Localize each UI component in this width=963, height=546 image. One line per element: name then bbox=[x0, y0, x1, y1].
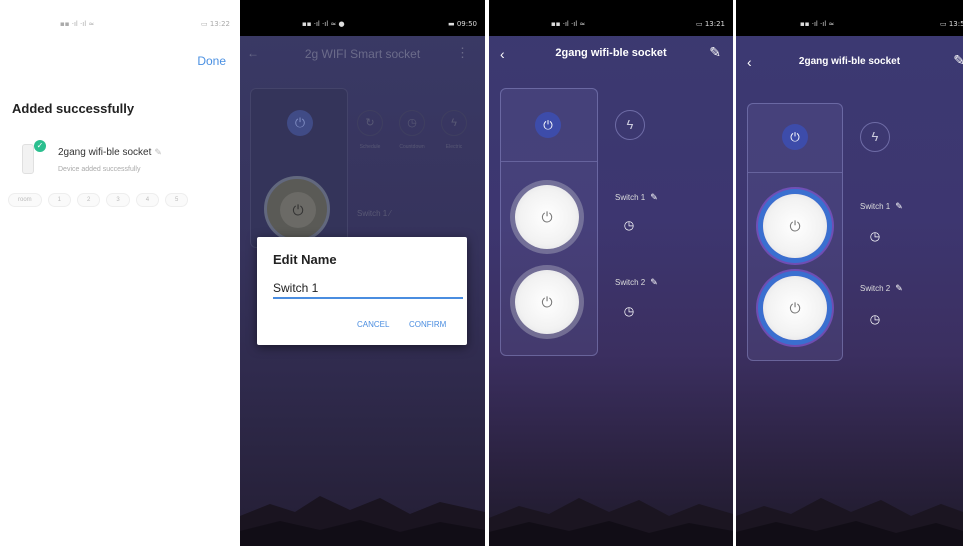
switch-1-label-text: Switch 1 bbox=[615, 193, 646, 202]
status-bar: ▪▪ ·ıl ·ıl ≈ ▭ 13:52 bbox=[736, 0, 963, 36]
panel-edit-name: ▪▪ ·ıl ·ıl ≈ ● ▬ 09:50 ← 2g WIFI Smart s… bbox=[240, 0, 485, 546]
room-chips: room 1 2 3 4 5 bbox=[8, 193, 230, 207]
bolt-icon: ϟ bbox=[441, 110, 467, 136]
device-status: Device added successfully bbox=[58, 166, 141, 173]
master-power-button[interactable]: ⏻ bbox=[535, 112, 561, 138]
room-chip[interactable]: 3 bbox=[106, 193, 130, 207]
power-icon: ⏻ bbox=[789, 218, 801, 234]
switch-2-label: Switch 2 ✎ bbox=[860, 283, 903, 294]
name-input[interactable] bbox=[273, 279, 463, 299]
signal-icon: ▪▪ ·ıl ·ıl ≈ bbox=[60, 20, 95, 28]
power-icon[interactable]: ⏻ bbox=[287, 110, 313, 136]
switch-1-label: Switch 1 ✎ bbox=[860, 201, 903, 212]
status-time: ▭ 13:22 bbox=[200, 20, 230, 28]
signal-icon: ▪▪ ·ıl ·ıl ≈ ● bbox=[302, 20, 345, 28]
power-icon: ⏻ bbox=[543, 118, 553, 132]
switch-2-label: Switch 2 ✎ bbox=[615, 277, 658, 288]
device-name: 2gang wifi-ble socket ✎ bbox=[58, 147, 162, 158]
function-icons: ↻ Schedule ◷ Countdown ϟ Electric bbox=[356, 110, 468, 150]
power-icon: ⏻ bbox=[789, 300, 801, 316]
power-icon: ⏻ bbox=[790, 130, 800, 144]
electric-label: Electric bbox=[445, 144, 463, 150]
mountain-background bbox=[489, 498, 733, 546]
panel-switches-on: ▪▪ ·ıl ·ıl ≈ ▭ 13:52 ‹ 2gang wifi-ble so… bbox=[736, 0, 963, 546]
screenshot-collage: ▪▪ ·ıl ·ıl ≈ ▭ 13:22 Done Added successf… bbox=[0, 0, 963, 546]
switch-1-label-text: Switch 1 bbox=[860, 202, 891, 211]
signal-icon: ▪▪ ·ıl ·ıl ≈ bbox=[800, 20, 835, 28]
pencil-icon[interactable]: ✎ bbox=[709, 44, 721, 61]
status-time: ▭ 13:21 bbox=[695, 20, 725, 28]
switch-2-label-text: Switch 2 bbox=[860, 284, 891, 293]
mountain-background bbox=[736, 498, 963, 546]
electric-button[interactable]: ϟ Electric bbox=[440, 110, 468, 150]
done-button[interactable]: Done bbox=[197, 54, 226, 68]
clock-icon[interactable]: ◷ bbox=[620, 302, 638, 320]
socket-icon bbox=[22, 144, 34, 174]
device-name-text: 2gang wifi-ble socket bbox=[58, 147, 152, 158]
header-title: 2gang wifi-ble socket bbox=[798, 56, 901, 67]
status-time: ▭ 13:52 bbox=[939, 20, 963, 28]
countdown-label: Countdown bbox=[399, 144, 425, 150]
switch-1-button[interactable]: ⏻ bbox=[515, 185, 579, 249]
app-header: ← 2g WIFI Smart socket ⋮ bbox=[240, 36, 485, 70]
signal-icon: ▪▪ ·ıl ·ıl ≈ bbox=[551, 20, 586, 28]
master-power-button[interactable]: ⏻ bbox=[782, 124, 808, 150]
device-thumbnail: ✓ bbox=[20, 138, 48, 178]
dialog-title: Edit Name bbox=[273, 252, 337, 267]
page-title: Added successfully bbox=[12, 101, 135, 116]
pencil-icon[interactable]: ✎ bbox=[650, 192, 658, 202]
card-divider bbox=[748, 172, 842, 173]
check-icon: ✓ bbox=[34, 140, 46, 152]
status-bar: ▪▪ ·ıl ·ıl ≈ ● ▬ 09:50 bbox=[240, 0, 485, 36]
switch-2-button[interactable]: ⏻ bbox=[763, 276, 827, 340]
app-header: ‹ 2gang wifi-ble socket ✎ bbox=[489, 36, 733, 72]
cancel-button[interactable]: CANCEL bbox=[357, 320, 389, 329]
panel-added-successfully: ▪▪ ·ıl ·ıl ≈ ▭ 13:22 Done Added successf… bbox=[0, 0, 238, 546]
panel-two-switches: ▪▪ ·ıl ·ıl ≈ ▭ 13:21 ‹ 2gang wifi-ble so… bbox=[489, 0, 733, 546]
pencil-icon: ⁄ bbox=[389, 209, 391, 218]
schedule-icon: ↻ bbox=[357, 110, 383, 136]
pencil-icon[interactable]: ✎ bbox=[953, 52, 963, 69]
room-chip[interactable]: room bbox=[8, 193, 42, 207]
pencil-icon[interactable]: ✎ bbox=[650, 277, 658, 287]
power-icon: ⏻ bbox=[541, 294, 553, 310]
room-chip[interactable]: 5 bbox=[165, 193, 189, 207]
room-chip[interactable]: 2 bbox=[77, 193, 101, 207]
pencil-icon[interactable]: ✎ bbox=[895, 283, 903, 293]
room-chip[interactable]: 4 bbox=[135, 193, 160, 207]
bolt-icon[interactable]: ϟ bbox=[615, 110, 645, 140]
pencil-icon[interactable]: ✎ bbox=[895, 201, 903, 211]
countdown-button[interactable]: ◷ Countdown bbox=[398, 110, 426, 150]
clock-icon[interactable]: ◷ bbox=[866, 227, 884, 245]
status-bar: ▪▪ ·ıl ·ıl ≈ ▭ 13:21 bbox=[489, 0, 733, 36]
status-bar: ▪▪ ·ıl ·ıl ≈ ▭ 13:22 bbox=[0, 0, 238, 36]
confirm-button[interactable]: CONFIRM bbox=[409, 320, 446, 329]
switch-2-button[interactable]: ⏻ bbox=[515, 270, 579, 334]
power-icon: ⏻ bbox=[280, 192, 316, 228]
mountain-background bbox=[240, 496, 485, 546]
room-chip[interactable]: 1 bbox=[47, 193, 72, 207]
switch-1-label: Switch 1 ✎ bbox=[615, 192, 658, 203]
pencil-icon[interactable]: ✎ bbox=[154, 147, 162, 157]
switch-2-label-text: Switch 2 bbox=[615, 278, 646, 287]
more-vertical-icon[interactable]: ⋮ bbox=[456, 45, 469, 61]
schedule-button[interactable]: ↻ Schedule bbox=[356, 110, 384, 150]
card-divider bbox=[501, 161, 597, 162]
switch-1-label-text: Switch 1 bbox=[357, 209, 388, 218]
status-time: ▬ 09:50 bbox=[447, 20, 477, 28]
clock-icon[interactable]: ◷ bbox=[866, 310, 884, 328]
bolt-icon[interactable]: ϟ bbox=[860, 122, 890, 152]
switch-1-button[interactable]: ⏻ bbox=[264, 176, 330, 242]
countdown-icon: ◷ bbox=[399, 110, 425, 136]
header-title: 2g WIFI Smart socket bbox=[304, 47, 421, 61]
schedule-label: Schedule bbox=[359, 144, 381, 150]
header-title: 2gang wifi-ble socket bbox=[555, 47, 667, 59]
app-header: ‹ 2gang wifi-ble socket ✎ bbox=[736, 50, 963, 86]
edit-name-dialog: Edit Name CANCEL CONFIRM bbox=[257, 237, 467, 345]
power-icon: ⏻ bbox=[541, 209, 553, 225]
clock-icon[interactable]: ◷ bbox=[620, 216, 638, 234]
switch-1-label: Switch 1 ⁄ bbox=[357, 209, 391, 218]
switch-1-button[interactable]: ⏻ bbox=[763, 194, 827, 258]
